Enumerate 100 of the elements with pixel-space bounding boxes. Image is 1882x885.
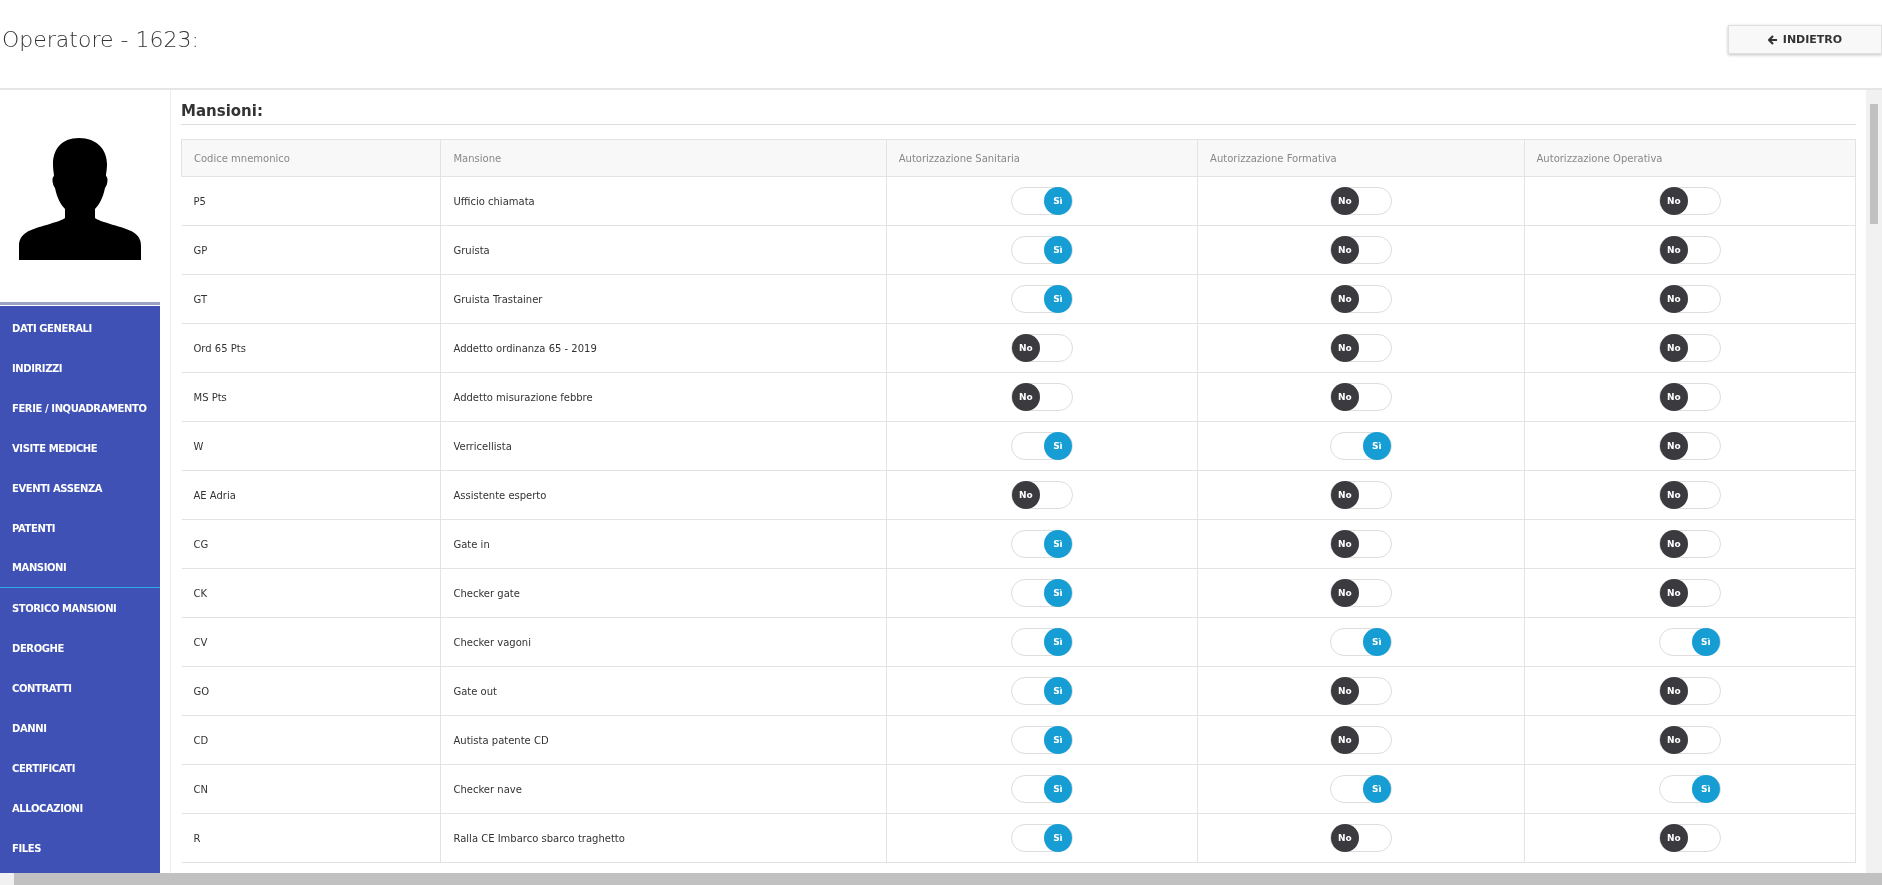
toggle-switch[interactable]: No bbox=[1329, 285, 1392, 313]
toggle-knob: Sì bbox=[1691, 628, 1720, 656]
toggle-knob: No bbox=[1330, 187, 1359, 215]
code-cell: Ord 65 Pts bbox=[193, 342, 246, 354]
page-title: Operatore - 1623: bbox=[2, 27, 199, 52]
toggle-switch[interactable]: No bbox=[1658, 579, 1721, 607]
toggle-knob: No bbox=[1330, 481, 1359, 509]
toggle-switch[interactable]: No bbox=[1010, 383, 1073, 411]
toggle-switch[interactable]: No bbox=[1329, 334, 1392, 362]
toggle-switch[interactable]: No bbox=[1329, 530, 1392, 558]
sidebar-item[interactable]: STORICO MANSIONI bbox=[0, 588, 160, 628]
toggle-switch[interactable]: No bbox=[1329, 677, 1392, 705]
sidebar-item[interactable]: EVENTI ASSENZA bbox=[0, 468, 160, 508]
code-cell: CD bbox=[193, 734, 209, 746]
back-button[interactable]: INDIETRO bbox=[1728, 25, 1882, 54]
toggle-knob: No bbox=[1659, 383, 1688, 411]
toggle-knob: No bbox=[1659, 579, 1688, 607]
toggle-knob: Sì bbox=[1043, 187, 1072, 215]
toggle-knob: No bbox=[1011, 383, 1040, 411]
toggle-knob: No bbox=[1330, 579, 1359, 607]
sidebar-item[interactable]: CONTRATTI bbox=[0, 668, 160, 708]
column-header: Mansione bbox=[440, 139, 887, 177]
toggle-switch[interactable]: No bbox=[1329, 579, 1392, 607]
toggle-knob: No bbox=[1659, 285, 1688, 313]
sidebar-item[interactable]: VISITE MEDICHE bbox=[0, 428, 160, 468]
toggle-knob: Sì bbox=[1362, 432, 1391, 460]
column-header: Autorizzazione Formativa bbox=[1197, 139, 1525, 177]
code-cell: CN bbox=[193, 783, 208, 795]
toggle-switch[interactable]: No bbox=[1329, 383, 1392, 411]
toggle-knob: No bbox=[1659, 187, 1688, 215]
toggle-knob: No bbox=[1659, 677, 1688, 705]
code-cell: GP bbox=[193, 244, 208, 256]
toggle-knob: No bbox=[1659, 236, 1688, 264]
toggle-switch[interactable]: No bbox=[1658, 530, 1721, 558]
toggle-knob: Sì bbox=[1043, 236, 1072, 264]
sidebar-item[interactable]: MANSIONI bbox=[0, 548, 160, 588]
toggle-knob: No bbox=[1330, 824, 1359, 852]
toggle-knob: No bbox=[1659, 824, 1688, 852]
column-header: Autorizzazione Operativa bbox=[1524, 139, 1856, 177]
toggle-knob: No bbox=[1330, 334, 1359, 362]
toggle-knob: Sì bbox=[1043, 530, 1072, 558]
toggle-knob: Sì bbox=[1691, 775, 1720, 803]
toggle-switch[interactable]: No bbox=[1658, 432, 1721, 460]
code-cell: CV bbox=[193, 636, 208, 648]
toggle-switch[interactable]: No bbox=[1329, 236, 1392, 264]
task-cell: Checker vagoni bbox=[453, 636, 531, 648]
task-cell: Addetto ordinanza 65 - 2019 bbox=[453, 342, 597, 354]
toggle-knob: No bbox=[1330, 383, 1359, 411]
toggle-knob: No bbox=[1330, 530, 1359, 558]
column-header: Autorizzazione Sanitaria bbox=[886, 139, 1198, 177]
task-cell: Checker gate bbox=[453, 587, 520, 599]
toggle-switch[interactable]: No bbox=[1010, 481, 1073, 509]
sidebar-item[interactable]: DEROGHE bbox=[0, 628, 160, 668]
avatar-icon bbox=[19, 138, 141, 260]
sidebar-item[interactable]: PATENTI bbox=[0, 508, 160, 548]
toggle-switch[interactable]: No bbox=[1658, 187, 1721, 215]
toggle-switch[interactable]: No bbox=[1658, 236, 1721, 264]
code-cell: MS Pts bbox=[193, 391, 227, 403]
task-cell: Autista patente CD bbox=[453, 734, 549, 746]
arrow-left-icon bbox=[1767, 34, 1778, 45]
sidebar-item[interactable]: INDIRIZZI bbox=[0, 348, 160, 388]
code-cell: CG bbox=[193, 538, 209, 550]
toggle-switch[interactable]: No bbox=[1658, 824, 1721, 852]
sidebar-item[interactable]: CERTIFICATI bbox=[0, 748, 160, 788]
toggle-knob: No bbox=[1330, 285, 1359, 313]
toggle-switch[interactable]: No bbox=[1329, 481, 1392, 509]
toggle-switch[interactable]: No bbox=[1658, 285, 1721, 313]
sidebar-item[interactable]: FERIE / INQUADRAMENTO bbox=[0, 388, 160, 428]
sidebar-item[interactable]: ALLOCAZIONI bbox=[0, 788, 160, 828]
toggle-switch[interactable]: No bbox=[1010, 334, 1073, 362]
toggle-knob: Sì bbox=[1043, 432, 1072, 460]
code-cell: AE Adria bbox=[193, 489, 236, 501]
toggle-switch[interactable]: No bbox=[1658, 334, 1721, 362]
toggle-switch[interactable]: No bbox=[1658, 677, 1721, 705]
toggle-knob: No bbox=[1011, 334, 1040, 362]
toggle-switch[interactable]: No bbox=[1658, 481, 1721, 509]
task-cell: Checker nave bbox=[453, 783, 522, 795]
task-cell: Assistente esperto bbox=[453, 489, 547, 501]
toggle-knob: No bbox=[1330, 677, 1359, 705]
task-cell: Ufficio chiamata bbox=[453, 195, 535, 207]
toggle-knob: No bbox=[1659, 432, 1688, 460]
toggle-knob: Sì bbox=[1043, 677, 1072, 705]
toggle-knob: No bbox=[1330, 236, 1359, 264]
toggle-switch[interactable]: No bbox=[1329, 824, 1392, 852]
toggle-knob: No bbox=[1659, 726, 1688, 754]
toggle-switch[interactable]: No bbox=[1658, 726, 1721, 754]
column-header: Codice mnemonico bbox=[181, 139, 441, 177]
toggle-switch[interactable]: No bbox=[1329, 726, 1392, 754]
code-cell: P5 bbox=[193, 195, 206, 207]
task-cell: Gruista bbox=[453, 244, 490, 256]
task-cell: Gate out bbox=[453, 685, 497, 697]
section-title: Mansioni: bbox=[181, 98, 1856, 125]
toggle-switch[interactable]: No bbox=[1658, 383, 1721, 411]
toggle-switch[interactable]: No bbox=[1329, 187, 1392, 215]
sidebar-item[interactable]: DATI GENERALI bbox=[0, 308, 160, 348]
toggle-knob: Sì bbox=[1043, 628, 1072, 656]
toggle-knob: No bbox=[1330, 726, 1359, 754]
sidebar-item[interactable]: DANNI bbox=[0, 708, 160, 748]
toggle-knob: Sì bbox=[1362, 775, 1391, 803]
sidebar-item[interactable]: FILES bbox=[0, 828, 160, 868]
